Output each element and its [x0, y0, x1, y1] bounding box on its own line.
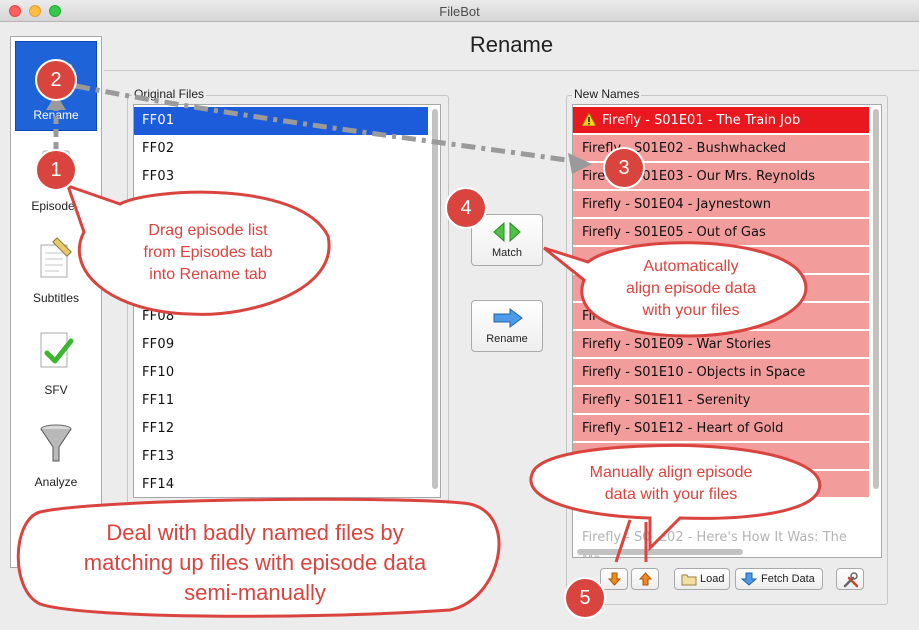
title-divider — [104, 70, 919, 71]
settings-button[interactable] — [836, 568, 864, 590]
main-callout-line: semi-manually — [184, 580, 326, 605]
vertical-scrollbar[interactable] — [873, 109, 879, 489]
download-arrow-icon — [741, 572, 757, 586]
sidebar-item-analyze[interactable]: Analyze — [15, 409, 97, 499]
arrow-up-icon — [639, 572, 652, 586]
list-item[interactable]: Firefly - S01E10 - Objects in Space — [573, 359, 869, 386]
main-callout-line: Deal with badly named files by — [106, 520, 404, 545]
sidebar-item-label: Analyze — [34, 475, 78, 489]
sidebar-item-label: Rename — [33, 108, 79, 122]
rename-button[interactable]: Rename — [471, 300, 543, 352]
badge-2-number: 2 — [50, 69, 62, 91]
rename-button-label: Rename — [486, 333, 528, 345]
tools-icon — [843, 572, 859, 588]
sfv-checkmark-icon — [40, 332, 74, 368]
badge-1-number: 1 — [50, 159, 62, 181]
list-item[interactable] — [134, 191, 428, 219]
list-item-text: Firefly - S01E01 - The Train Job — [602, 113, 801, 128]
list-item[interactable]: FF13 — [134, 443, 428, 471]
page-title: Rename — [469, 32, 554, 57]
match-callout-line: Automatically — [643, 258, 739, 275]
original-files-label: Original Files — [132, 87, 207, 101]
sidebar-item-label: Episodes — [31, 199, 81, 213]
funnel-icon — [40, 424, 72, 462]
title-bar: FileBot — [0, 0, 919, 22]
list-item[interactable]: FF02 — [134, 135, 428, 163]
vertical-scrollbar[interactable] — [432, 109, 438, 489]
list-item[interactable]: FF12 — [134, 415, 428, 443]
load-button-label: Load — [700, 573, 725, 585]
list-item[interactable]: Firefly - S01E04 - Jaynestown — [573, 191, 869, 218]
badge-4-number: 4 — [460, 197, 472, 219]
list-item[interactable]: Firefly - S01E01 - The Train Job — [573, 107, 869, 134]
match-callout-text: Automatically align episode data with yo… — [596, 256, 786, 322]
drag-callout-text: Drag episode list from Episodes tab into… — [100, 220, 316, 286]
sidebar-item-label: SFV — [44, 383, 68, 397]
badge-3-number: 3 — [618, 157, 630, 179]
match-arrows-icon — [493, 221, 521, 243]
drag-callout-line: from Episodes tab — [143, 244, 273, 261]
badge-5-number: 5 — [579, 587, 591, 609]
list-item[interactable]: FF08 — [134, 303, 428, 331]
original-files-list[interactable]: FF01 FF02 FF03 FF08 FF09 FF10 FF11 FF12 … — [133, 104, 441, 498]
filebot-window: FileBot Rename Episodes Subtitles SFV An… — [0, 0, 919, 630]
sidebar-item-sfv[interactable]: SFV — [15, 317, 97, 407]
window-title: FileBot — [439, 4, 480, 19]
fetch-data-button[interactable]: Fetch Data — [735, 568, 823, 590]
list-item[interactable]: Firefly - S01E11 - Serenity — [573, 387, 869, 414]
main-callout-line: matching up files with episode data — [83, 550, 427, 575]
list-item[interactable]: Firefly - S01E05 - Out of Gas — [573, 219, 869, 246]
drag-callout-line: Drag episode list — [148, 222, 268, 239]
folder-icon — [681, 574, 697, 586]
warning-icon — [582, 113, 596, 126]
new-names-label: New Names — [572, 87, 642, 101]
match-callout-line: with your files — [642, 302, 740, 319]
manual-callout-text: Manually align episode data with your fi… — [556, 462, 786, 506]
move-up-button[interactable] — [631, 568, 659, 590]
load-button[interactable]: Load — [674, 568, 730, 590]
subtitles-icon — [40, 237, 72, 278]
list-item[interactable]: Firefly - S01E12 - Heart of Gold — [573, 415, 869, 442]
list-item[interactable]: FF11 — [134, 387, 428, 415]
rename-arrow-icon — [493, 308, 523, 328]
list-item[interactable]: Firefly - S01E02 - Here's How It Was: Th… — [573, 527, 869, 557]
arrow-down-icon — [608, 572, 621, 586]
sidebar-item-subtitles[interactable]: Subtitles — [15, 225, 97, 315]
main-callout-text: Deal with badly named files by matching … — [40, 518, 470, 608]
list-item[interactable]: FF03 — [134, 163, 428, 191]
list-item[interactable]: FF09 — [134, 331, 428, 359]
match-button-label: Match — [492, 247, 522, 259]
drag-callout-line: into Rename tab — [149, 266, 267, 283]
list-item[interactable]: FF14 — [134, 471, 428, 497]
fetch-data-button-label: Fetch Data — [761, 573, 815, 585]
sidebar: Rename Episodes Subtitles SFV Analyze — [10, 36, 102, 568]
manual-callout-line: Manually align episode — [589, 464, 753, 481]
match-callout-line: align episode data — [626, 280, 756, 297]
horizontal-scrollbar[interactable] — [577, 549, 743, 555]
manual-callout-line: data with your files — [604, 486, 738, 503]
list-item[interactable]: FF01 — [134, 107, 428, 135]
list-item[interactable]: FF10 — [134, 359, 428, 387]
list-item[interactable]: Firefly - S01E09 - War Stories — [573, 331, 869, 358]
sidebar-item-label: Subtitles — [32, 291, 80, 305]
